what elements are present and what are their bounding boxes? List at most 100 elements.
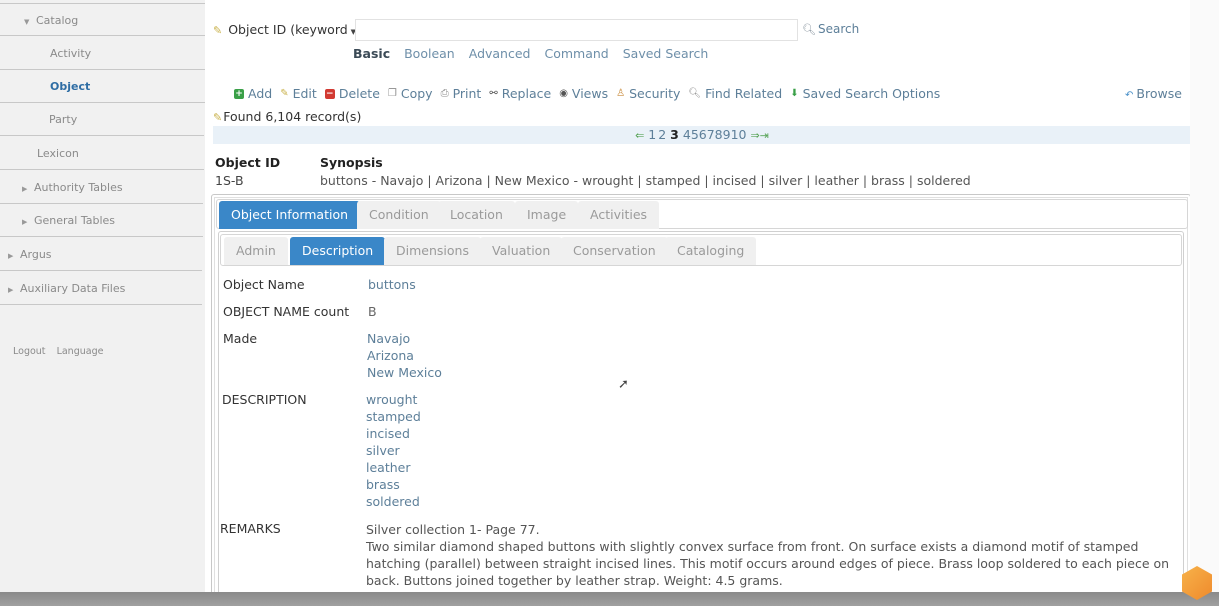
mode-basic[interactable]: Basic bbox=[353, 46, 390, 61]
page-link[interactable]: 1 bbox=[648, 127, 656, 142]
security-button[interactable]: ♙ Security bbox=[616, 86, 680, 101]
replace-button[interactable]: ⚯ Replace bbox=[489, 86, 551, 101]
user-icon: ♙ bbox=[616, 88, 626, 99]
page-link[interactable]: 9 bbox=[723, 127, 731, 142]
tab-description[interactable]: Description bbox=[290, 237, 386, 265]
chevron-down-icon: ▼ bbox=[24, 18, 30, 26]
page-link[interactable]: 4 bbox=[683, 127, 691, 142]
print-button[interactable]: ⎙ Print bbox=[441, 86, 482, 101]
sidebar-item-party[interactable]: Party bbox=[0, 103, 204, 136]
eye-icon: ◉ bbox=[559, 88, 568, 99]
search-icon: 🔍︎ bbox=[688, 88, 702, 99]
sidebar-item-authority-tables[interactable]: ▶ Authority Tables bbox=[0, 171, 203, 204]
browse-button[interactable]: ↶ Browse bbox=[1125, 86, 1182, 101]
right-margin bbox=[1190, 0, 1219, 592]
page-link-current[interactable]: 3 bbox=[670, 127, 679, 142]
search-mode-tabs: Basic Boolean Advanced Command Saved Sea… bbox=[353, 46, 708, 61]
pencil-icon: ✎ bbox=[213, 111, 223, 124]
remarks-value: Silver collection 1- Page 77. Two simila… bbox=[366, 522, 1170, 588]
description-value[interactable]: wrought bbox=[366, 391, 421, 408]
secondary-tab-bar: Admin Description Dimensions Valuation C… bbox=[220, 234, 1182, 266]
tab-object-information[interactable]: Object Information bbox=[219, 201, 361, 229]
sidebar-item-label: General Tables bbox=[34, 214, 116, 227]
description-value[interactable]: soldered bbox=[366, 493, 421, 510]
made-value[interactable]: New Mexico bbox=[367, 364, 442, 381]
next-page-icon[interactable]: ⇒ bbox=[750, 129, 759, 142]
binoculars-icon: ⚯ bbox=[489, 88, 498, 99]
tab-valuation[interactable]: Valuation bbox=[480, 237, 563, 265]
main-content: ✎ Object ID (keyword ▼ 🔍︎ Search Basic Boo… bbox=[205, 0, 1219, 604]
sidebar: ▼ Catalog Activity Object Party Lexicon ▶… bbox=[0, 0, 205, 592]
search-field-row: ✎ Object ID (keyword ▼ bbox=[213, 19, 360, 41]
mode-saved-search[interactable]: Saved Search bbox=[623, 46, 709, 61]
made-value[interactable]: Arizona bbox=[367, 347, 442, 364]
page-link[interactable]: 8 bbox=[715, 127, 723, 142]
object-name-label: Object Name bbox=[223, 277, 305, 292]
sidebar-item-activity[interactable]: Activity bbox=[0, 37, 205, 70]
page-link[interactable]: 5 bbox=[691, 127, 699, 142]
page-link[interactable]: 7 bbox=[707, 127, 715, 142]
mode-command[interactable]: Command bbox=[544, 46, 608, 61]
chevron-right-icon: ▶ bbox=[22, 218, 28, 226]
pager: ⇐ 12 3 45678910 ⇒⇥ bbox=[213, 126, 1191, 144]
search-icon: 🔍︎ bbox=[802, 23, 816, 36]
sidebar-item-general-tables[interactable]: ▶ General Tables bbox=[0, 204, 203, 237]
delete-icon: − bbox=[324, 88, 335, 99]
copy-icon: ❐ bbox=[387, 88, 397, 99]
search-field-select[interactable]: Object ID (keyword ▼ bbox=[225, 19, 360, 41]
last-page-icon[interactable]: ⇥ bbox=[760, 129, 769, 142]
description-value[interactable]: incised bbox=[366, 425, 421, 442]
sidebar-item-label: Authority Tables bbox=[34, 181, 123, 194]
views-button[interactable]: ◉ Views bbox=[559, 86, 608, 101]
sidebar-item-label: Catalog bbox=[36, 14, 79, 27]
description-values: wrought stamped incised silver leather b… bbox=[366, 391, 421, 510]
sidebar-item-label: Lexicon bbox=[37, 147, 79, 160]
sidebar-item-label: Object bbox=[50, 80, 91, 93]
page-link[interactable]: 2 bbox=[658, 127, 666, 142]
logout-link[interactable]: Logout bbox=[13, 346, 46, 357]
mode-boolean[interactable]: Boolean bbox=[404, 46, 455, 61]
tab-activities[interactable]: Activities bbox=[578, 201, 660, 229]
delete-button[interactable]: − Delete bbox=[324, 86, 380, 101]
object-name-value[interactable]: buttons bbox=[368, 276, 416, 293]
add-button[interactable]: + Add bbox=[234, 86, 272, 101]
pencil-icon: ✎ bbox=[213, 23, 223, 37]
tab-cataloging[interactable]: Cataloging bbox=[665, 237, 757, 265]
edit-icon: ✎ bbox=[280, 88, 289, 99]
tab-location[interactable]: Location bbox=[438, 201, 515, 229]
edit-button[interactable]: ✎ Edit bbox=[280, 86, 317, 101]
sidebar-item-catalog[interactable]: ▼ Catalog bbox=[0, 3, 205, 36]
sidebar-item-argus[interactable]: ▶ Argus bbox=[0, 238, 202, 271]
description-value[interactable]: brass bbox=[366, 476, 421, 493]
description-label: DESCRIPTION bbox=[222, 392, 307, 407]
object-id-value: 1S-B bbox=[215, 173, 244, 188]
record-toolbar: + Add ✎ Edit − Delete ❐ Copy ⎙ Print ⚯ Replace… bbox=[234, 86, 948, 101]
search-button[interactable]: 🔍︎ Search bbox=[802, 22, 859, 36]
tab-admin[interactable]: Admin bbox=[224, 237, 288, 265]
primary-tab-bar: Object Information Condition Location Im… bbox=[216, 199, 1188, 229]
tab-image[interactable]: Image bbox=[515, 201, 579, 229]
description-value[interactable]: stamped bbox=[366, 408, 421, 425]
description-value[interactable]: leather bbox=[366, 459, 421, 476]
description-value[interactable]: silver bbox=[366, 442, 421, 459]
tab-dimensions[interactable]: Dimensions bbox=[384, 237, 481, 265]
sidebar-item-label: Argus bbox=[20, 248, 52, 261]
mode-advanced[interactable]: Advanced bbox=[469, 46, 531, 61]
find-related-button[interactable]: 🔍︎ Find Related bbox=[688, 86, 782, 101]
sidebar-item-lexicon[interactable]: Lexicon bbox=[0, 137, 204, 170]
window-bottom-edge bbox=[0, 592, 1219, 606]
tab-condition[interactable]: Condition bbox=[357, 201, 441, 229]
sidebar-item-label: Activity bbox=[50, 47, 92, 60]
sidebar-item-label: Auxiliary Data Files bbox=[20, 282, 126, 295]
page-link[interactable]: 6 bbox=[699, 127, 707, 142]
tab-conservation[interactable]: Conservation bbox=[561, 237, 668, 265]
made-value[interactable]: Navajo bbox=[367, 330, 442, 347]
page-link[interactable]: 10 bbox=[731, 127, 747, 142]
copy-button[interactable]: ❐ Copy bbox=[388, 86, 433, 101]
saved-search-options-button[interactable]: ⬇ Saved Search Options bbox=[790, 86, 940, 101]
previous-page-icon[interactable]: ⇐ bbox=[635, 129, 644, 142]
search-input[interactable] bbox=[355, 19, 798, 41]
sidebar-item-auxiliary-data-files[interactable]: ▶ Auxiliary Data Files bbox=[0, 272, 202, 305]
language-link[interactable]: Language bbox=[57, 346, 104, 357]
sidebar-item-object[interactable]: Object bbox=[0, 70, 205, 103]
